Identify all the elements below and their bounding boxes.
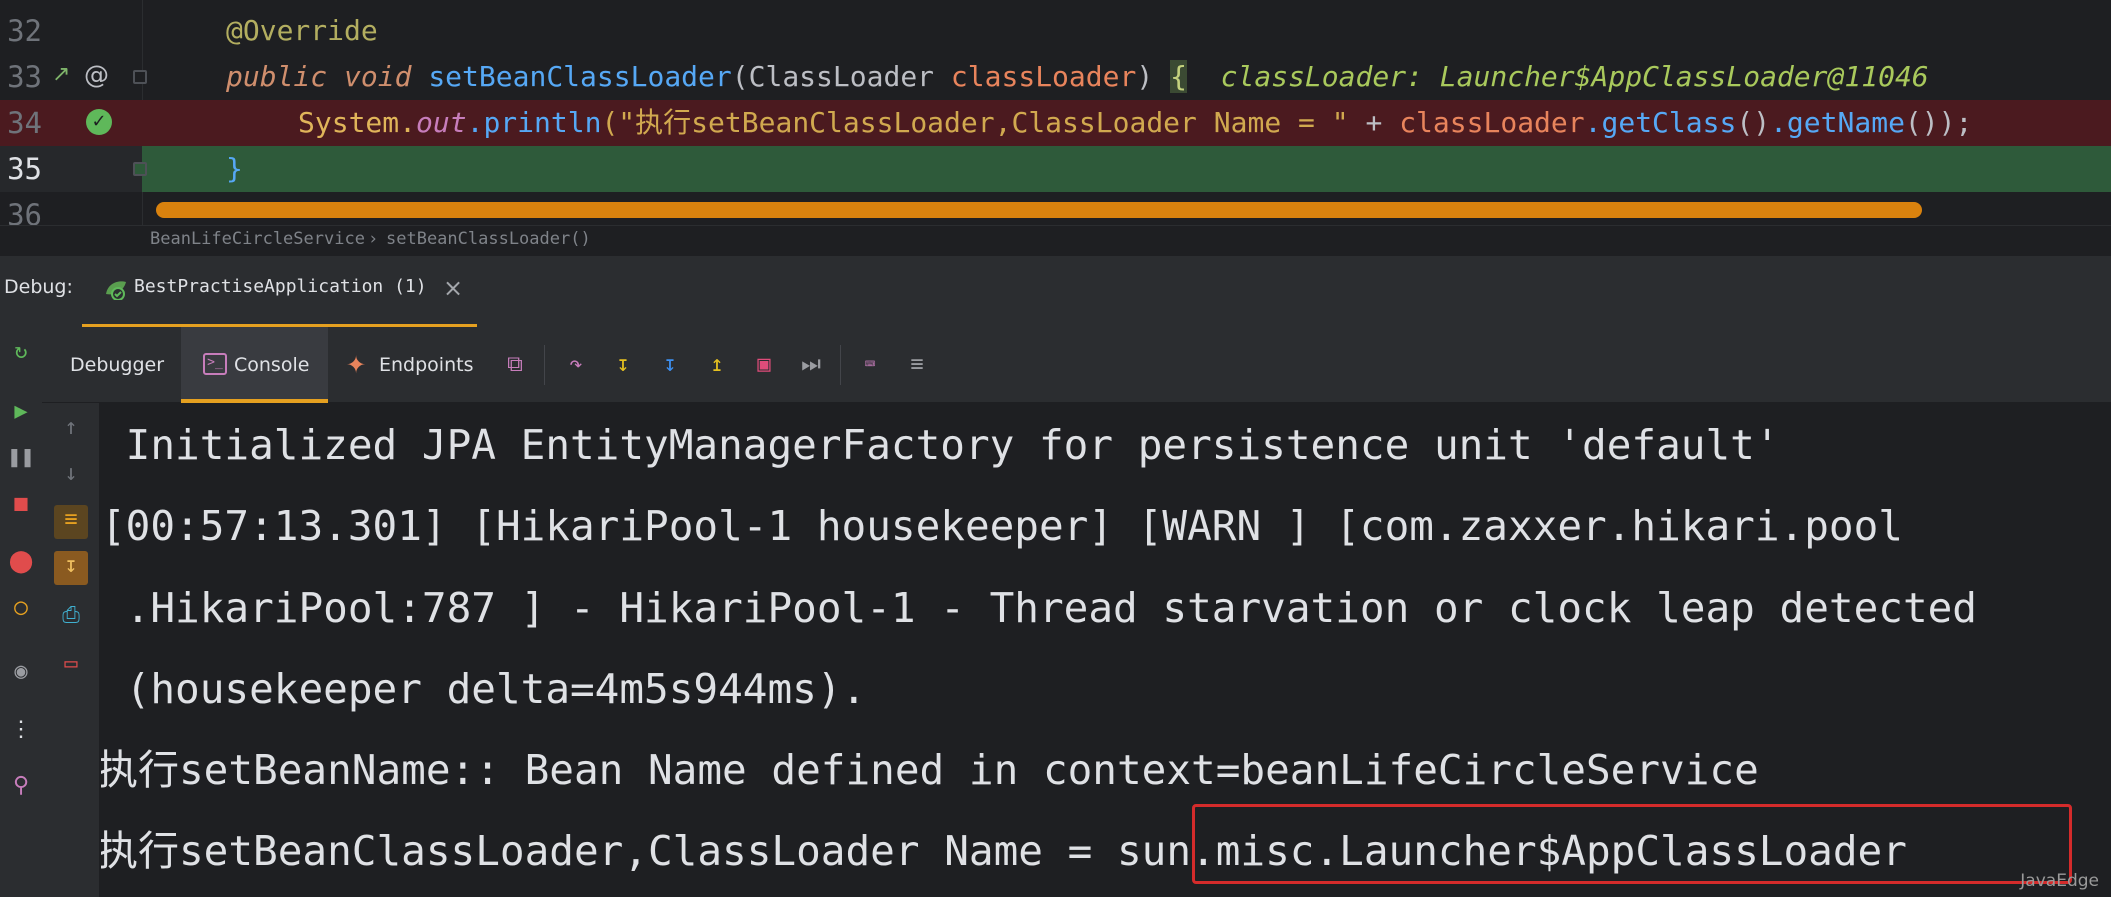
- console-line: [00:57:13.301] [HikariPool-1 housekeeper…: [101, 502, 1903, 550]
- annotation-override: @Override: [226, 14, 378, 47]
- tab-debugger[interactable]: Debugger: [70, 327, 164, 403]
- fold-toggle-icon[interactable]: [133, 162, 147, 176]
- evaluate-expression-icon[interactable]: ⌨: [856, 351, 884, 379]
- code-text: }: [226, 146, 2111, 192]
- step-into-icon[interactable]: ↧: [609, 351, 637, 379]
- code-text: System.out.println("执行setBeanClassLoader…: [298, 100, 2111, 146]
- horizontal-scrollbar[interactable]: [156, 202, 1922, 218]
- console-line: 执行setBeanName:: Bean Name defined in con…: [101, 746, 1759, 794]
- implements-method-icon[interactable]: ↗: [52, 62, 70, 87]
- trace-current-stream-icon[interactable]: ≡: [903, 351, 931, 379]
- method-getname: .getName: [1770, 106, 1905, 139]
- method-getclass: .getClass: [1584, 106, 1737, 139]
- tab-endpoints[interactable]: ✦ Endpoints: [346, 327, 486, 403]
- spring-app-icon: [104, 278, 128, 301]
- code-line-34-breakpoint[interactable]: 34 ✓ System.out.println("执行setBeanClassL…: [0, 100, 2111, 146]
- code-line-35-current[interactable]: 35 }: [0, 146, 2111, 192]
- breadcrumb-method[interactable]: setBeanClassLoader(): [386, 228, 591, 250]
- type-name: ClassLoader: [748, 60, 935, 93]
- drop-frame-icon[interactable]: ▣: [750, 351, 778, 379]
- breadcrumb-separator: ›: [368, 229, 379, 249]
- breadcrumb-class[interactable]: BeanLifeCircleService: [150, 228, 365, 250]
- pin-icon[interactable]: ⚲: [6, 771, 36, 801]
- toolbar-divider: [544, 345, 545, 385]
- down-arrow-icon[interactable]: ↓: [56, 459, 86, 489]
- watermark: JavaEdge: [2020, 871, 2099, 891]
- string-literal: ("执行setBeanClassLoader,ClassLoader Name …: [601, 106, 1349, 139]
- param-name: classLoader: [950, 60, 1137, 93]
- print-icon[interactable]: ⎙: [56, 601, 86, 631]
- debug-label: Debug:: [4, 276, 73, 298]
- console-line: (housekeeper delta=4m5s944ms).: [101, 665, 867, 713]
- paren: ): [1136, 60, 1154, 93]
- close-icon[interactable]: ×: [443, 274, 463, 302]
- pause-icon[interactable]: ❚❚: [6, 443, 36, 473]
- tab-endpoints-label: Endpoints: [379, 354, 474, 376]
- step-out-icon[interactable]: ↥: [703, 351, 731, 379]
- rerun-icon[interactable]: ↻: [6, 337, 36, 367]
- code-editor[interactable]: 32 @Override 33 ↗ @ public void setBeanC…: [0, 0, 2111, 225]
- operator-plus: +: [1348, 106, 1400, 139]
- method-println: .println: [466, 106, 602, 139]
- line-number: 32: [7, 14, 42, 48]
- debug-inline-value-hint: classLoader: Launcher$AppClassLoader@110…: [1220, 60, 1929, 93]
- brace-close: }: [226, 152, 243, 185]
- mute-breakpoints-icon[interactable]: ◯: [6, 593, 36, 623]
- line-number: 34: [7, 106, 42, 140]
- line-number: 33: [7, 60, 42, 94]
- paren: (): [1736, 106, 1771, 139]
- code-line-33[interactable]: 33 ↗ @ public void setBeanClassLoader(Cl…: [0, 54, 2111, 100]
- console-line: .HikariPool:787 ] - HikariPool-1 - Threa…: [101, 584, 1977, 632]
- more-icon[interactable]: ⋮: [6, 715, 36, 745]
- run-config-tab[interactable]: BestPractiseApplication (1) ×: [82, 256, 477, 328]
- stop-icon[interactable]: ■: [6, 489, 36, 519]
- code-text: @Override: [226, 8, 2111, 54]
- breadcrumb: BeanLifeCircleService › setBeanClassLoad…: [0, 225, 2111, 255]
- console-icon: >_: [203, 353, 227, 375]
- code-line-32[interactable]: 32 @Override: [0, 8, 2111, 54]
- paren: (: [731, 60, 749, 93]
- console-line: Initialized JPA EntityManagerFactory for…: [101, 421, 1780, 469]
- clear-all-icon[interactable]: ▭: [56, 649, 86, 679]
- run-to-cursor-icon[interactable]: ⏭: [797, 351, 825, 379]
- view-breakpoints-icon[interactable]: ⬤: [6, 547, 36, 577]
- scroll-to-end-icon[interactable]: ↧: [54, 551, 88, 585]
- highlight-annotation-box: [1192, 804, 2072, 884]
- console-output[interactable]: Initialized JPA EntityManagerFactory for…: [101, 403, 2111, 897]
- keyword-void: void: [344, 60, 412, 93]
- layout-icon[interactable]: ⧉: [501, 351, 529, 379]
- debug-tool-window-header: Debug: BestPractiseApplication (1) ×: [0, 255, 2111, 328]
- camera-icon[interactable]: ◉: [6, 657, 36, 687]
- method-name: setBeanClassLoader: [428, 60, 732, 93]
- line-number: 35: [7, 152, 42, 186]
- tab-console-label: Console: [234, 354, 310, 376]
- fold-toggle-icon[interactable]: [133, 70, 147, 84]
- field-out: out: [416, 106, 467, 139]
- annotation-gutter-icon[interactable]: @: [84, 60, 109, 89]
- endpoints-icon: ✦: [346, 351, 367, 379]
- toolbar-divider: [840, 345, 841, 385]
- up-arrow-icon[interactable]: ↑: [56, 413, 86, 443]
- soft-wrap-icon[interactable]: ≡: [54, 505, 88, 539]
- breakpoint-check-icon[interactable]: ✓: [86, 109, 112, 135]
- step-over-icon[interactable]: ↷: [562, 351, 590, 379]
- debug-toolbar: Debugger >_ Console ✦ Endpoints ⧉ ↷ ↧ ↧ …: [0, 327, 2111, 403]
- line-number: 36: [7, 198, 42, 225]
- resume-icon[interactable]: ▶: [6, 397, 36, 427]
- debug-left-toolbar: ↻ ▶ ❚❚ ■ ⬤ ◯ ◉ ⋮ ⚲: [0, 327, 42, 897]
- class-system: System.: [298, 106, 417, 139]
- brace-open: {: [1170, 60, 1187, 93]
- var-classloader: classLoader: [1399, 106, 1585, 139]
- run-tab-label: BestPractiseApplication (1): [134, 276, 427, 297]
- tab-console[interactable]: >_ Console: [181, 327, 328, 403]
- paren-semicolon: ());: [1904, 106, 1973, 139]
- force-step-into-icon[interactable]: ↧: [656, 351, 684, 379]
- keyword-public: public: [226, 60, 328, 93]
- code-text: public void setBeanClassLoader(ClassLoad…: [226, 54, 2111, 100]
- console-left-toolbar: ↑ ↓ ≡ ↧ ⎙ ▭: [42, 403, 100, 897]
